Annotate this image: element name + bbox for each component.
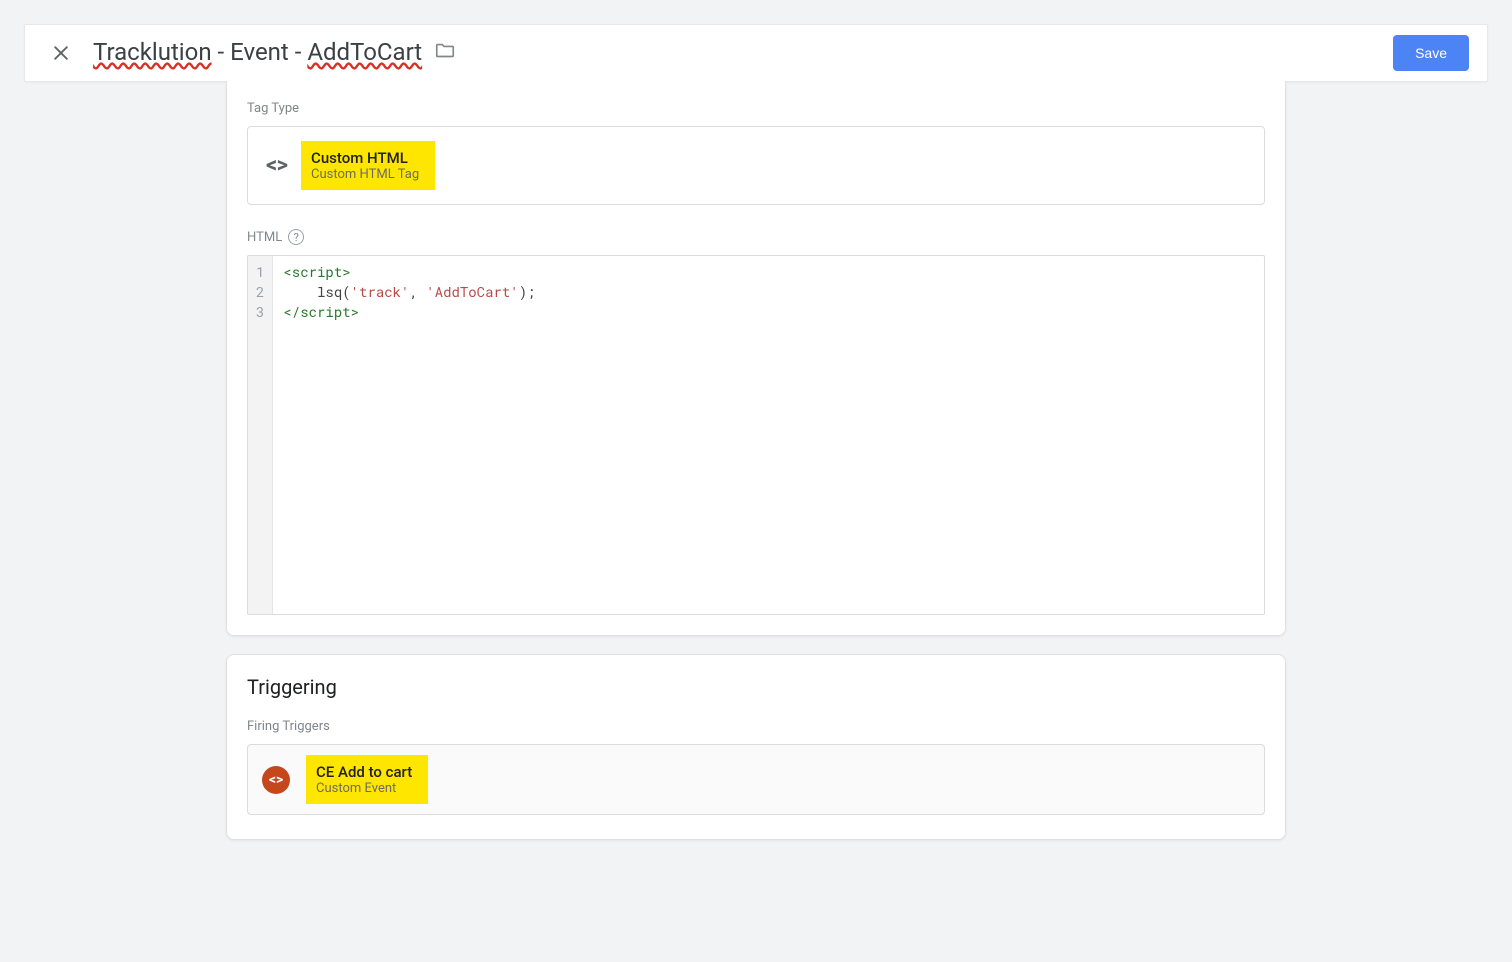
tag-name-word: Tracklution: [93, 38, 212, 66]
help-icon[interactable]: ?: [288, 229, 304, 245]
editor-gutter: 1 2 3: [248, 256, 273, 614]
triggering-title: Triggering: [247, 675, 1265, 699]
dialog-header: Tracklution - Event - AddToCart Save: [24, 24, 1488, 82]
tag-name-sep: - Event -: [212, 38, 308, 66]
tag-configuration-panel: Tag Type < > Custom HTML Custom HTML Tag…: [226, 81, 1286, 636]
trigger-subtitle: Custom Event: [316, 781, 412, 796]
tag-type-selector[interactable]: < > Custom HTML Custom HTML Tag: [247, 126, 1265, 205]
code-angle-icon: < >: [266, 153, 285, 178]
custom-event-icon: <>: [262, 766, 290, 794]
close-icon[interactable]: [43, 35, 79, 71]
editor-content[interactable]: <script> lsq('track', 'AddToCart'); </sc…: [273, 256, 1264, 614]
tag-name-input[interactable]: Tracklution - Event - AddToCart: [93, 38, 422, 68]
trigger-title: CE Add to cart: [316, 763, 412, 781]
save-button[interactable]: Save: [1393, 35, 1469, 71]
folder-icon[interactable]: [434, 40, 456, 66]
triggering-panel: Triggering Firing Triggers <> CE Add to …: [226, 654, 1286, 840]
firing-triggers-label: Firing Triggers: [247, 719, 1265, 734]
tag-type-subtitle: Custom HTML Tag: [311, 167, 419, 182]
tag-type-title: Custom HTML: [311, 149, 419, 167]
tag-type-label: Tag Type: [247, 101, 1265, 116]
html-code-editor[interactable]: 1 2 3 <script> lsq('track', 'AddToCart')…: [247, 255, 1265, 615]
firing-trigger-row[interactable]: <> CE Add to cart Custom Event: [247, 744, 1265, 815]
html-field-label: HTML ?: [247, 229, 1265, 245]
tag-name-word: AddToCart: [307, 38, 422, 66]
